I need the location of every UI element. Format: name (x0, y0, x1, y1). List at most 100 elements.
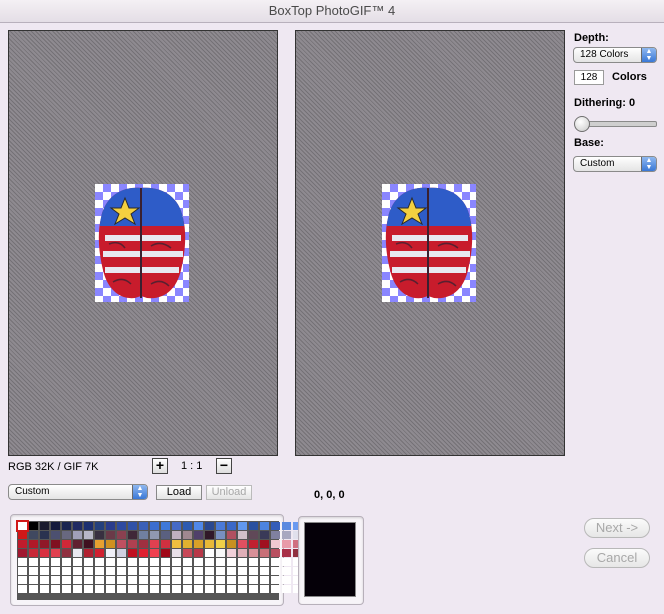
palette-cell[interactable] (51, 567, 60, 575)
palette-cell[interactable] (249, 576, 258, 584)
palette-cell[interactable] (73, 549, 82, 557)
base-popup[interactable]: Custom ▲ ▼ (573, 156, 657, 172)
palette-cell[interactable] (271, 540, 280, 548)
palette-cell[interactable] (161, 567, 170, 575)
palette-cell[interactable] (139, 585, 148, 593)
palette-cell[interactable] (29, 540, 38, 548)
palette-cell[interactable] (62, 540, 71, 548)
palette-cell[interactable] (227, 558, 236, 566)
palette-cell[interactable] (249, 522, 258, 530)
palette-cell[interactable] (249, 567, 258, 575)
palette-cell[interactable] (84, 540, 93, 548)
palette-cell[interactable] (227, 585, 236, 593)
palette-cell[interactable] (106, 540, 115, 548)
palette-cell[interactable] (106, 585, 115, 593)
color-palette-grid[interactable] (16, 520, 302, 600)
palette-cell[interactable] (238, 531, 247, 539)
palette-cell[interactable] (62, 522, 71, 530)
palette-cell[interactable] (62, 531, 71, 539)
palette-cell[interactable] (216, 549, 225, 557)
palette-cell[interactable] (128, 585, 137, 593)
palette-cell[interactable] (260, 540, 269, 548)
palette-cell[interactable] (260, 585, 269, 593)
palette-cell[interactable] (29, 558, 38, 566)
palette-cell[interactable] (106, 549, 115, 557)
palette-cell[interactable] (194, 558, 203, 566)
palette-cell[interactable] (95, 567, 104, 575)
palette-cell[interactable] (84, 576, 93, 584)
unload-button[interactable]: Unload (206, 485, 252, 500)
palette-cell[interactable] (271, 549, 280, 557)
palette-cell[interactable] (282, 540, 291, 548)
palette-cell[interactable] (227, 531, 236, 539)
original-preview[interactable] (8, 30, 278, 456)
palette-cell[interactable] (150, 522, 159, 530)
palette-cell[interactable] (51, 576, 60, 584)
palette-cell[interactable] (282, 558, 291, 566)
palette-cell[interactable] (150, 576, 159, 584)
palette-cell[interactable] (29, 531, 38, 539)
palette-cell[interactable] (238, 558, 247, 566)
palette-cell[interactable] (227, 567, 236, 575)
palette-cell[interactable] (205, 567, 214, 575)
palette-cell[interactable] (62, 567, 71, 575)
palette-cell[interactable] (84, 531, 93, 539)
palette-cell[interactable] (260, 576, 269, 584)
palette-cell[interactable] (282, 522, 291, 530)
palette-cell[interactable] (194, 585, 203, 593)
palette-cell[interactable] (183, 531, 192, 539)
palette-cell[interactable] (183, 567, 192, 575)
palette-cell[interactable] (271, 585, 280, 593)
palette-cell[interactable] (260, 567, 269, 575)
palette-cell[interactable] (117, 567, 126, 575)
palette-cell[interactable] (205, 576, 214, 584)
depth-colors-field[interactable]: 128 (574, 70, 604, 85)
palette-cell[interactable] (238, 576, 247, 584)
palette-cell[interactable] (238, 540, 247, 548)
palette-cell[interactable] (227, 540, 236, 548)
palette-cell[interactable] (238, 567, 247, 575)
palette-cell[interactable] (117, 540, 126, 548)
palette-cell[interactable] (139, 522, 148, 530)
palette-cell[interactable] (238, 522, 247, 530)
palette-cell[interactable] (40, 558, 49, 566)
gif-preview[interactable] (295, 30, 565, 456)
palette-cell[interactable] (62, 549, 71, 557)
palette-cell[interactable] (51, 558, 60, 566)
palette-cell[interactable] (183, 576, 192, 584)
palette-cell[interactable] (260, 549, 269, 557)
palette-cell[interactable] (73, 585, 82, 593)
palette-cell[interactable] (117, 576, 126, 584)
palette-cell[interactable] (282, 585, 291, 593)
palette-cell[interactable] (150, 567, 159, 575)
palette-cell[interactable] (95, 522, 104, 530)
palette-cell[interactable] (238, 549, 247, 557)
palette-cell[interactable] (40, 522, 49, 530)
palette-cell[interactable] (260, 558, 269, 566)
palette-cell[interactable] (216, 576, 225, 584)
palette-cell[interactable] (128, 558, 137, 566)
cancel-button[interactable]: Cancel (584, 548, 650, 568)
palette-cell[interactable] (73, 576, 82, 584)
palette-cell[interactable] (84, 522, 93, 530)
palette-cell[interactable] (73, 558, 82, 566)
palette-cell[interactable] (106, 576, 115, 584)
palette-cell[interactable] (150, 558, 159, 566)
palette-cell[interactable] (183, 558, 192, 566)
palette-cell[interactable] (172, 585, 181, 593)
palette-cell[interactable] (282, 549, 291, 557)
palette-cell[interactable] (249, 531, 258, 539)
palette-cell[interactable] (117, 558, 126, 566)
palette-cell[interactable] (29, 585, 38, 593)
palette-cell[interactable] (161, 522, 170, 530)
palette-cell[interactable] (205, 531, 214, 539)
palette-cell[interactable] (40, 576, 49, 584)
palette-cell[interactable] (18, 567, 27, 575)
palette-cell[interactable] (139, 558, 148, 566)
palette-cell[interactable] (106, 531, 115, 539)
palette-cell[interactable] (205, 558, 214, 566)
palette-cell[interactable] (73, 540, 82, 548)
palette-cell[interactable] (128, 576, 137, 584)
palette-cell[interactable] (62, 558, 71, 566)
palette-cell[interactable] (62, 576, 71, 584)
